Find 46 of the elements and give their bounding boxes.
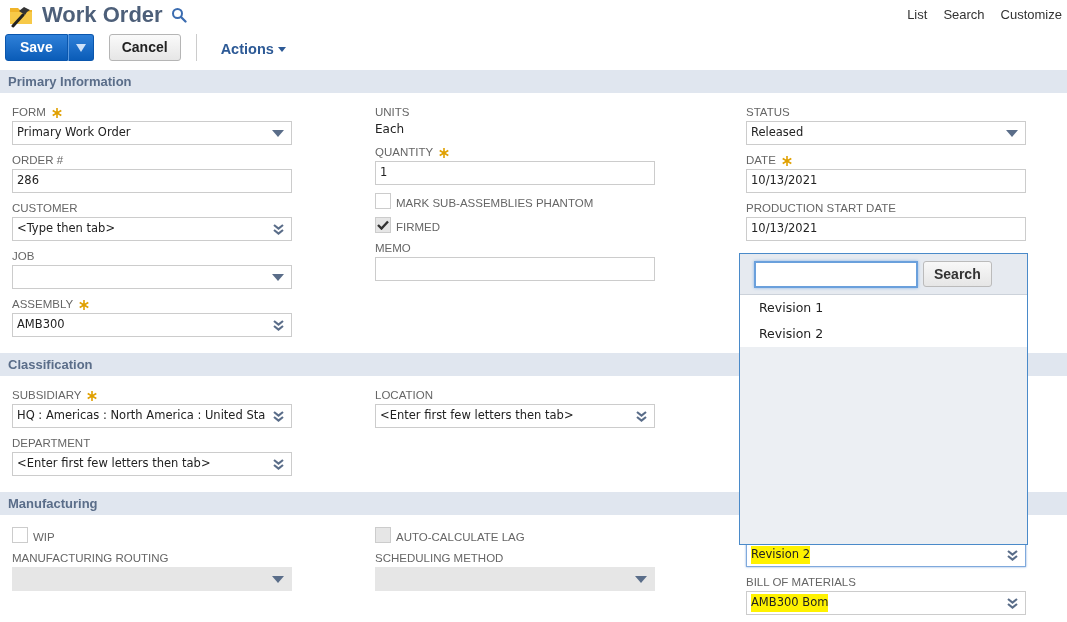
field-label: QUANTITY bbox=[375, 145, 434, 160]
field-label: SCHEDULING METHOD bbox=[375, 551, 504, 566]
lookup-field[interactable]: AMB300 bbox=[12, 313, 292, 337]
checkbox-label: FIRMED bbox=[396, 221, 441, 233]
lookup-field[interactable]: HQ : Americas : North America : United Sta bbox=[12, 404, 292, 428]
text-field[interactable]: 1 bbox=[375, 161, 655, 185]
field-label: MEMO bbox=[375, 241, 411, 256]
field-label: DEPARTMENT bbox=[12, 436, 91, 451]
field-label: MANUFACTURING ROUTING bbox=[12, 551, 169, 566]
actions-menu[interactable]: Actions bbox=[220, 38, 286, 61]
text-field[interactable]: 286 bbox=[12, 169, 292, 193]
section-header: Primary Information bbox=[0, 70, 1067, 93]
dropdown-option[interactable]: Revision 1 bbox=[740, 295, 1027, 321]
search-button[interactable]: Search bbox=[923, 261, 992, 287]
field-label: PRODUCTION START DATE bbox=[746, 201, 896, 216]
field-label: ORDER # bbox=[12, 153, 64, 168]
checkbox-label: AUTO-CALCULATE LAG bbox=[396, 531, 525, 543]
dropdown-option[interactable]: Revision 2 bbox=[740, 321, 1027, 347]
field-label: LOCATION bbox=[375, 388, 433, 403]
field-label: UNITS bbox=[375, 105, 410, 120]
lookup-field[interactable]: AMB300 Bom bbox=[746, 591, 1026, 615]
text-field[interactable]: 10/13/2021 bbox=[746, 169, 1026, 193]
field-label: STATUS bbox=[746, 105, 790, 120]
nav-link[interactable]: Search bbox=[943, 5, 985, 25]
text-field[interactable]: 10/13/2021 bbox=[746, 217, 1026, 241]
nav-link[interactable]: Customize bbox=[1000, 5, 1062, 25]
checkbox-label: MARK SUB-ASSEMBLIES PHANTOM bbox=[396, 197, 594, 209]
field-value: Each bbox=[375, 121, 406, 137]
checkbox-label: WIP bbox=[33, 531, 55, 543]
lookup-field[interactable]: <Type then tab> bbox=[12, 217, 292, 241]
field-label: DATE bbox=[746, 153, 776, 168]
dropdown-field[interactable]: Released bbox=[746, 121, 1026, 145]
field-label: SUBSIDIARY bbox=[12, 388, 82, 403]
field-label: ASSEMBLY bbox=[12, 297, 74, 312]
nav-link[interactable]: List bbox=[907, 5, 928, 25]
page-title: Work Order bbox=[42, 1, 163, 29]
field-label: BILL OF MATERIALS bbox=[746, 575, 856, 590]
dropdown-field[interactable]: Primary Work Order bbox=[12, 121, 292, 145]
save-button[interactable]: Save bbox=[5, 34, 68, 61]
cancel-button[interactable]: Cancel bbox=[108, 34, 181, 61]
lookup-field[interactable]: Revision 2 bbox=[746, 543, 1026, 567]
field-label: FORM bbox=[12, 105, 46, 120]
field-label: CUSTOMER bbox=[12, 201, 78, 216]
lookup-field[interactable]: <Enter first few letters then tab> bbox=[375, 404, 655, 428]
lookup-field[interactable]: <Enter first few letters then tab> bbox=[12, 452, 292, 476]
field-label: JOB bbox=[12, 249, 35, 264]
